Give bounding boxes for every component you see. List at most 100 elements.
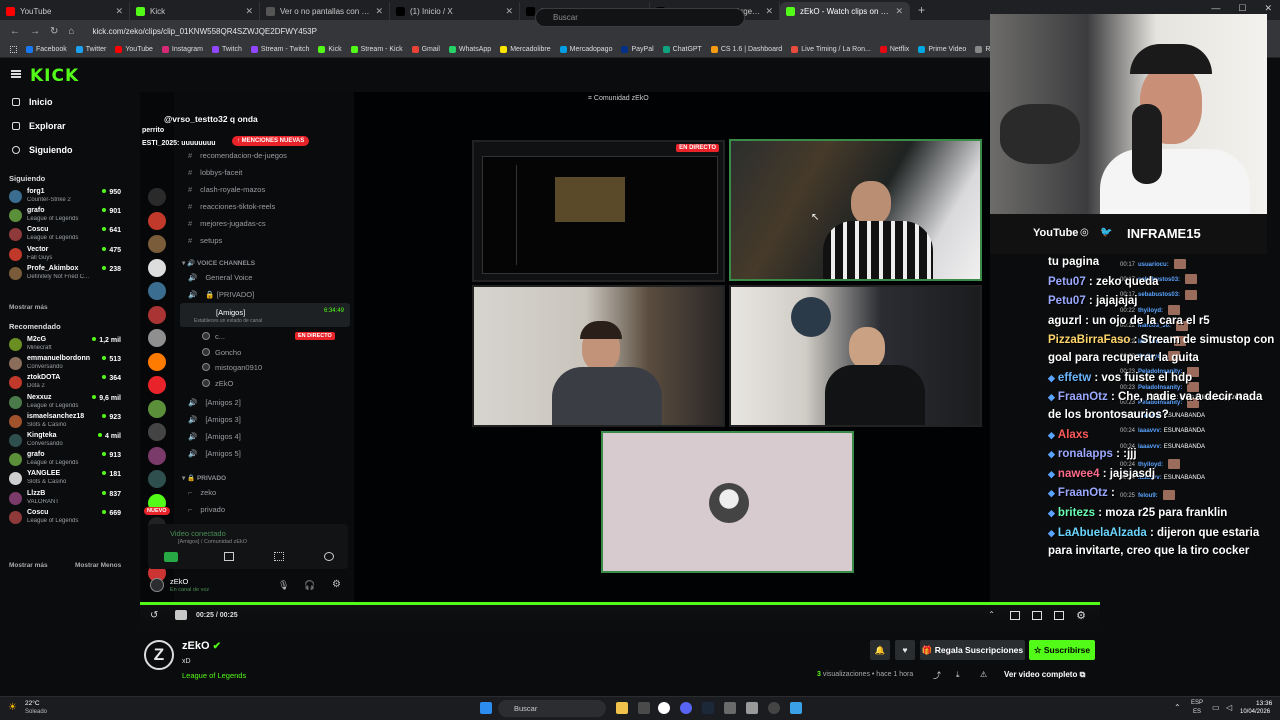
share-icon[interactable]: ⤴ bbox=[933, 670, 941, 681]
reload-icon[interactable]: ↻ bbox=[50, 26, 58, 37]
voice-member[interactable]: mistogan0910 bbox=[202, 363, 262, 372]
avatar-tile[interactable] bbox=[601, 431, 854, 573]
sidebar-channel[interactable]: Profe_Akimbox Definitely Not Fried C... 23… bbox=[9, 265, 121, 284]
forward-icon[interactable]: → bbox=[30, 26, 40, 37]
sidebar-channel[interactable]: LlzzB VALORANT 837 bbox=[9, 490, 121, 509]
sidebar-channel[interactable]: grafo League of Legends 901 bbox=[9, 207, 121, 226]
browser-tab[interactable]: zEkO - Watch clips on Kick ✕ bbox=[780, 2, 910, 20]
discord-text-channel[interactable]: # reacciones-tiktok-reels bbox=[188, 202, 275, 211]
notification-bell-button[interactable]: 🔔 bbox=[870, 640, 890, 660]
settings-gear-icon[interactable]: ⚙ bbox=[332, 579, 341, 590]
bookmark[interactable]: Facebook bbox=[26, 46, 67, 53]
bookmark[interactable]: Twitch bbox=[212, 46, 242, 53]
fullscreen-icon[interactable] bbox=[1054, 611, 1064, 620]
bookmark[interactable]: ChatGPT bbox=[662, 46, 702, 53]
sidebar-channel[interactable]: YANGLEE Slots & Casino 181 bbox=[9, 470, 121, 489]
sidebar-channel[interactable]: grafo League of Legends 913 bbox=[9, 451, 121, 470]
bookmark[interactable]: CS 1.6 | Dashboard bbox=[710, 46, 782, 53]
webcam-tile-1[interactable] bbox=[729, 139, 982, 281]
download-icon[interactable]: ⤓ bbox=[956, 670, 960, 680]
bookmark[interactable]: WhatsApp bbox=[448, 46, 491, 53]
voice-member[interactable]: zEkO bbox=[202, 378, 233, 388]
screen-share-tile[interactable]: EN DIRECTO bbox=[472, 140, 725, 282]
tab-close-icon[interactable]: ✕ bbox=[115, 6, 123, 17]
voice-channel-amigos[interactable]: [Amigos] 6:34:49 Estableces un estado de… bbox=[180, 303, 350, 327]
settings-icon[interactable]: ⚙ bbox=[1076, 609, 1086, 622]
camera-button[interactable] bbox=[164, 552, 178, 562]
apps-grid-icon[interactable] bbox=[10, 46, 17, 53]
webcam-tile-3[interactable] bbox=[729, 285, 982, 427]
kick-logo[interactable]: KICK bbox=[30, 66, 79, 86]
sidebar-channel[interactable]: Vector Fall Guys 475 bbox=[9, 246, 121, 265]
bookmark[interactable]: Stream - Kick bbox=[350, 46, 403, 53]
bookmark[interactable]: Instagram bbox=[161, 46, 203, 53]
voice-room[interactable]: 🔊 [Amigos 3] bbox=[188, 415, 241, 424]
sidebar-channel[interactable]: Kingteka Conversando 4 mil bbox=[9, 432, 121, 451]
channel-name[interactable]: zEkO ✔ bbox=[182, 640, 221, 652]
discord-text-channel[interactable]: # recomendacion-de-juegos bbox=[188, 151, 287, 160]
chevron-up-icon[interactable]: ⌃ bbox=[988, 610, 995, 619]
voice-member[interactable]: Goncho bbox=[202, 347, 241, 357]
steam-icon[interactable] bbox=[702, 702, 714, 714]
show-more-recommended[interactable]: Mostrar más bbox=[9, 562, 48, 569]
bookmark[interactable]: Twitter bbox=[75, 46, 106, 53]
bookmark[interactable]: PayPal bbox=[621, 46, 654, 53]
windows-start-icon[interactable] bbox=[480, 702, 492, 714]
back-icon[interactable]: ← bbox=[10, 26, 20, 37]
lang-primary[interactable]: ESP bbox=[1191, 700, 1203, 706]
subscribe-button[interactable]: ☆ Suscribirse bbox=[1029, 640, 1095, 660]
folder-icon[interactable] bbox=[175, 610, 187, 620]
voice-room[interactable]: 🔊 [Amigos 2] bbox=[188, 398, 241, 407]
voice-room[interactable]: 🔊 [Amigos 5] bbox=[188, 449, 241, 458]
taskbar-search[interactable]: Buscar bbox=[498, 700, 606, 717]
discord-text-channel[interactable]: # mejores-jugadas-cs bbox=[188, 219, 266, 228]
discord-server-icon[interactable] bbox=[148, 446, 166, 465]
tab-close-icon[interactable]: ✕ bbox=[505, 6, 513, 17]
user-avatar[interactable] bbox=[150, 578, 164, 592]
nav-following[interactable]: Siguiendo bbox=[12, 145, 73, 155]
sidebar-channel[interactable]: emmanuelbordonn Conversando 513 bbox=[9, 355, 121, 374]
taskbar-app-icon[interactable] bbox=[638, 702, 650, 714]
pip-icon[interactable] bbox=[1032, 611, 1042, 620]
tab-close-icon[interactable]: ✕ bbox=[895, 6, 903, 17]
follow-heart-button[interactable]: ♥ bbox=[895, 640, 915, 660]
full-video-link[interactable]: Ver video completo ⧉ bbox=[1004, 670, 1085, 680]
bookmark[interactable]: Prime Video bbox=[918, 46, 966, 53]
sidebar-channel[interactable]: Nexxuz League of Legends 9,6 mil bbox=[9, 394, 121, 413]
discord-text-channel[interactable]: # setups bbox=[188, 236, 222, 245]
discord-icon[interactable] bbox=[680, 702, 692, 714]
browser-tab[interactable]: Ver o no pantallas con la luz ap... ✕ bbox=[260, 2, 390, 20]
bookmark[interactable]: Mercadolibre bbox=[500, 46, 551, 53]
maximize-icon[interactable]: ☐ bbox=[1238, 3, 1246, 14]
hamburger-menu-icon[interactable] bbox=[11, 70, 21, 78]
gift-subscriptions-button[interactable]: 🎁 Regala Suscripciones bbox=[920, 640, 1025, 660]
discord-server-icon[interactable] bbox=[148, 211, 166, 230]
discord-server-icon[interactable] bbox=[148, 188, 166, 206]
headphones-icon[interactable]: 🎧 bbox=[304, 580, 315, 591]
discord-text-channel[interactable]: # clash-royale-mazos bbox=[188, 185, 265, 194]
url-field[interactable]: kick.com/zeko/clips/clip_01KNW558QR4SZWJ… bbox=[92, 27, 317, 36]
show-more-following[interactable]: Mostrar más bbox=[9, 304, 48, 311]
bookmark[interactable]: Live Timing / La Ron... bbox=[791, 46, 871, 53]
bookmark[interactable]: Kick bbox=[318, 46, 342, 53]
screen-share-button[interactable] bbox=[224, 552, 234, 561]
bookmark[interactable]: Mercadopago bbox=[559, 46, 612, 53]
mentions-badge[interactable]: ↑ MENCIONES NUEVAS bbox=[232, 136, 310, 146]
discord-server-icon[interactable] bbox=[148, 282, 166, 300]
file-explorer-icon[interactable] bbox=[616, 702, 628, 714]
voice-channel-private[interactable]: 🔊 🔒 [PRIVADO] bbox=[188, 290, 254, 299]
home-icon[interactable]: ⌂ bbox=[68, 26, 74, 37]
search-input[interactable]: Buscar bbox=[535, 8, 745, 27]
bookmark[interactable]: YouTube bbox=[115, 46, 153, 53]
browser-tab[interactable]: YouTube ✕ bbox=[0, 2, 130, 20]
discord-server-icon[interactable] bbox=[148, 235, 166, 253]
tab-close-icon[interactable]: ✕ bbox=[375, 6, 383, 17]
discord-server-icon[interactable] bbox=[148, 329, 166, 347]
sidebar-channel[interactable]: M2cG Minecraft 1,2 mil bbox=[9, 336, 121, 355]
activities-button[interactable] bbox=[274, 552, 284, 561]
lang-secondary[interactable]: ES bbox=[1193, 709, 1201, 715]
soundboard-button[interactable] bbox=[324, 552, 334, 561]
private-channel-zeko[interactable]: ⌐ zeko bbox=[188, 488, 216, 497]
discord-server-icon[interactable] bbox=[148, 376, 166, 394]
rewind-icon[interactable]: ↺ bbox=[150, 610, 158, 621]
